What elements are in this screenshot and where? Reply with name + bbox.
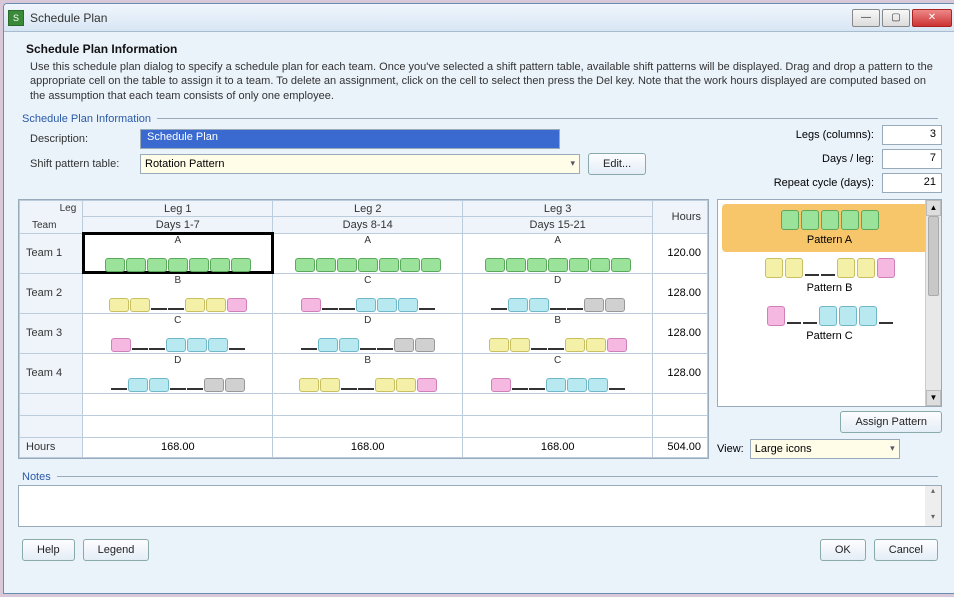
info-fieldset: Schedule Plan Information Description: S… xyxy=(18,113,942,465)
schedule-cell[interactable]: B xyxy=(463,313,653,353)
days-leg-label: Days / leg: xyxy=(822,153,874,165)
repeat-input[interactable]: 21 xyxy=(882,173,942,193)
notes-fieldset: Notes ▴▾ xyxy=(18,471,942,527)
page-title: Schedule Plan Information xyxy=(26,42,942,56)
schedule-cell[interactable]: B xyxy=(273,353,463,393)
palette-scrollbar[interactable]: ▲ ▼ xyxy=(925,200,941,406)
info-legend: Schedule Plan Information xyxy=(18,113,942,125)
schedule-cell[interactable]: B xyxy=(83,273,273,313)
schedule-cell[interactable]: C xyxy=(273,273,463,313)
schedule-grid[interactable]: LegTeamLeg 1Leg 2Leg 3HoursDays 1-7Days … xyxy=(18,199,709,459)
schedule-cell[interactable]: C xyxy=(463,353,653,393)
table-row: Team 3CDB128.00 xyxy=(20,313,708,353)
close-button[interactable]: ✕ xyxy=(912,9,952,27)
schedule-cell[interactable]: A xyxy=(273,233,463,273)
pattern-palette: Pattern A Pattern B Pattern C ▲ ▼ Assign P… xyxy=(717,199,942,459)
pattern-table-label: Shift pattern table: xyxy=(30,158,140,170)
scroll-up-icon[interactable]: ▲ xyxy=(926,200,941,216)
notes-scrollbar[interactable]: ▴▾ xyxy=(925,486,941,526)
schedule-cell[interactable]: A xyxy=(463,233,653,273)
notes-textarea[interactable]: ▴▾ xyxy=(18,485,942,527)
cancel-button[interactable]: Cancel xyxy=(874,539,938,561)
minimize-button[interactable]: — xyxy=(852,9,880,27)
help-button[interactable]: Help xyxy=(22,539,75,561)
legs-label: Legs (columns): xyxy=(796,129,874,141)
legs-input[interactable]: 3 xyxy=(882,125,942,145)
palette-item-label: Pattern A xyxy=(726,234,933,246)
days-leg-input[interactable]: 7 xyxy=(882,149,942,169)
titlebar[interactable]: S Schedule Plan — ▢ ✕ xyxy=(4,4,954,32)
chevron-down-icon: ▾ xyxy=(570,158,575,169)
repeat-label: Repeat cycle (days): xyxy=(774,177,874,189)
pattern-list[interactable]: Pattern A Pattern B Pattern C ▲ ▼ xyxy=(717,199,942,407)
view-combo[interactable]: Large icons ▾ xyxy=(750,439,900,459)
palette-item[interactable]: Pattern C xyxy=(722,300,937,348)
palette-item-label: Pattern B xyxy=(726,282,933,294)
notes-legend: Notes xyxy=(18,471,942,483)
schedule-cell[interactable]: D xyxy=(463,273,653,313)
schedule-cell[interactable]: D xyxy=(273,313,463,353)
view-label: View: xyxy=(717,443,744,455)
pattern-table-value: Rotation Pattern xyxy=(145,158,225,170)
legend-button[interactable]: Legend xyxy=(83,539,150,561)
description-input[interactable]: Schedule Plan xyxy=(140,129,560,149)
view-value: Large icons xyxy=(755,443,812,455)
window-title: Schedule Plan xyxy=(30,11,852,25)
scroll-down-icon[interactable]: ▼ xyxy=(926,390,941,406)
schedule-cell[interactable]: C xyxy=(83,313,273,353)
maximize-button[interactable]: ▢ xyxy=(882,9,910,27)
chevron-down-icon: ▾ xyxy=(890,443,895,454)
palette-item-label: Pattern C xyxy=(726,330,933,342)
app-icon: S xyxy=(8,10,24,26)
pattern-table-combo[interactable]: Rotation Pattern ▾ xyxy=(140,154,580,174)
schedule-cell[interactable]: A xyxy=(83,233,273,273)
schedule-cell[interactable]: D xyxy=(83,353,273,393)
edit-button[interactable]: Edit... xyxy=(588,153,646,175)
ok-button[interactable]: OK xyxy=(820,539,866,561)
help-text: Use this schedule plan dialog to specify… xyxy=(30,60,934,103)
assign-pattern-button[interactable]: Assign Pattern xyxy=(840,411,942,433)
scroll-thumb[interactable] xyxy=(928,216,939,296)
table-row: Team 1AAA120.00 xyxy=(20,233,708,273)
palette-item[interactable]: Pattern A xyxy=(722,204,937,252)
palette-item[interactable]: Pattern B xyxy=(722,252,937,300)
description-label: Description: xyxy=(30,133,140,145)
schedule-plan-dialog: S Schedule Plan — ▢ ✕ Schedule Plan Info… xyxy=(3,3,954,594)
table-row: Team 2BCD128.00 xyxy=(20,273,708,313)
table-row: Team 4DBC128.00 xyxy=(20,353,708,393)
